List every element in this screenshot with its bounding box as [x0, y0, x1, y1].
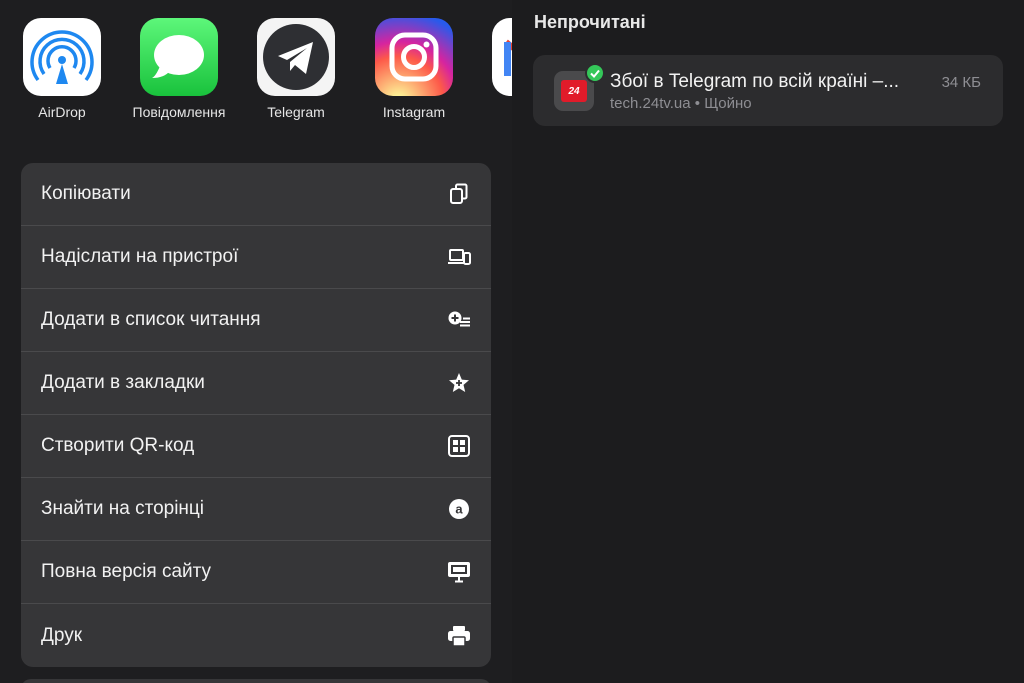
item-domain: tech.24tv.ua [610, 95, 691, 112]
action-label: Копіювати [41, 183, 131, 204]
instagram-icon [375, 18, 453, 96]
action-label: Знайти на сторінці [41, 498, 205, 519]
item-size: 34 КБ [941, 74, 981, 91]
app-label: Повідомлення [132, 104, 226, 120]
qr-code-icon [447, 434, 471, 458]
desktop-site-icon [447, 560, 471, 584]
next-actions-group [21, 679, 491, 683]
action-add-reading-list[interactable]: Додати в список читання [21, 289, 491, 352]
bookmark-star-icon [447, 371, 471, 395]
app-label: Instagram [382, 104, 446, 120]
gmail-icon [492, 18, 512, 96]
telegram-icon [257, 18, 335, 96]
checkmark-icon [585, 63, 605, 83]
share-app-gmail[interactable] [476, 18, 512, 96]
svg-text:a: a [455, 502, 463, 517]
action-print[interactable]: Друк [21, 604, 491, 667]
action-label: Друк [41, 624, 83, 646]
meta-separator: • [694, 95, 701, 112]
reading-list-panel: Непрочитані 24 Збої в Telegram по всій к… [512, 0, 1024, 683]
action-label: Створити QR-код [41, 435, 195, 456]
share-app-airdrop[interactable]: AirDrop [7, 18, 117, 120]
item-time: Щойно [704, 95, 752, 112]
share-app-instagram[interactable]: Instagram [359, 18, 469, 120]
messages-icon [140, 18, 218, 96]
devices-icon [447, 245, 471, 269]
share-sheet: AirDrop Повідомлення Telegram Instagram … [0, 0, 512, 683]
action-create-qr-code[interactable]: Створити QR-код [21, 415, 491, 478]
share-actions-list: Копіювати Надіслати на пристрої Додати в… [21, 163, 491, 667]
action-send-to-devices[interactable]: Надіслати на пристрої [21, 226, 491, 289]
copy-icon [447, 182, 471, 206]
action-desktop-site[interactable]: Повна версія сайту [21, 541, 491, 604]
app-label: Telegram [267, 104, 325, 120]
print-icon [447, 624, 471, 648]
action-label: Повна версія сайту [41, 561, 212, 582]
share-app-messages[interactable]: Повідомлення [124, 18, 234, 120]
action-label: Додати в список читання [41, 309, 261, 330]
share-app-telegram[interactable]: Telegram [241, 18, 351, 120]
favicon-logo: 24 [561, 80, 587, 102]
action-find-on-page[interactable]: Знайти на сторінці a [21, 478, 491, 541]
item-meta: tech.24tv.ua • Щойно [610, 95, 752, 112]
action-label: Додати в закладки [41, 372, 205, 393]
action-add-bookmark[interactable]: Додати в закладки [21, 352, 491, 415]
reading-list-icon [447, 308, 471, 332]
action-copy[interactable]: Копіювати [21, 163, 491, 226]
section-title: Непрочитані [534, 12, 646, 32]
app-label: AirDrop [38, 104, 86, 120]
find-on-page-icon: a [447, 497, 471, 521]
item-title: Збої в Telegram по всій країні –... [610, 71, 900, 92]
share-apps-row: AirDrop Повідомлення Telegram Instagram [0, 0, 512, 130]
airdrop-icon [23, 18, 101, 96]
reading-list-item[interactable]: 24 Збої в Telegram по всій країні –... 3… [533, 55, 1003, 126]
action-label: Надіслати на пристрої [41, 246, 239, 267]
